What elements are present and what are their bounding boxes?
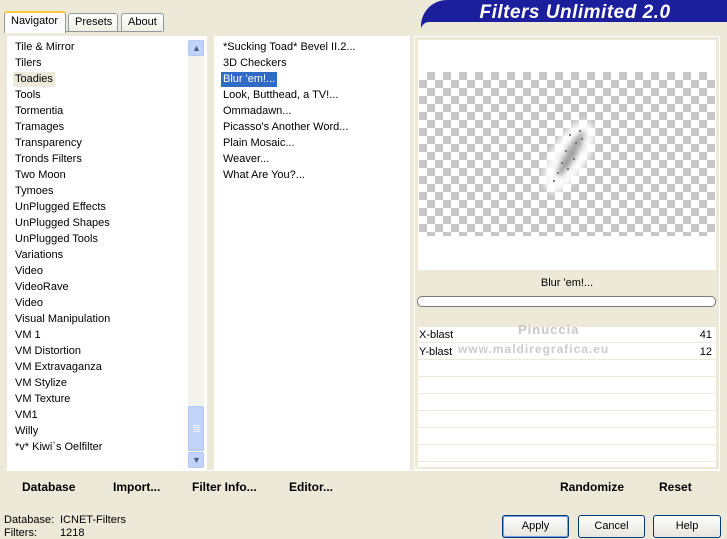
- param-row-empty: [418, 446, 716, 462]
- category-item[interactable]: VM Distortion: [13, 344, 83, 359]
- watermark-name: Pinuccia: [518, 322, 580, 337]
- preview-image: [419, 72, 715, 236]
- status-label: Database:: [4, 514, 55, 526]
- category-item[interactable]: VideoRave: [13, 280, 71, 295]
- category-item[interactable]: UnPlugged Effects: [13, 200, 108, 215]
- category-item[interactable]: UnPlugged Shapes: [13, 216, 112, 231]
- param-value: 12: [699, 346, 712, 358]
- scroll-thumb[interactable]: [188, 406, 204, 451]
- chevron-up-icon: ▲: [192, 43, 201, 53]
- category-item[interactable]: Transparency: [13, 136, 84, 151]
- chevron-down-icon: ▼: [192, 455, 201, 465]
- category-item[interactable]: Tramages: [13, 120, 66, 135]
- category-list[interactable]: Tile & Mirror Tilers Toadies Tools Tormentia…: [7, 36, 207, 470]
- filter-item[interactable]: 3D Checkers: [221, 56, 289, 71]
- filter-item[interactable]: Plain Mosaic...: [221, 136, 297, 151]
- category-item[interactable]: VM Stylize: [13, 376, 69, 391]
- filter-item[interactable]: Look, Butthead, a TV!...: [221, 88, 340, 103]
- help-button[interactable]: Help: [653, 515, 721, 538]
- category-item[interactable]: Video: [13, 264, 45, 279]
- watermark-url: www.maldiregrafica.eu: [458, 342, 610, 356]
- filter-item[interactable]: Picasso's Another Word...: [221, 120, 350, 135]
- category-item[interactable]: VM Texture: [13, 392, 72, 407]
- status-value: 1218: [60, 527, 85, 539]
- filter-list[interactable]: *Sucking Toad* Bevel II.2... 3D Checkers B…: [214, 36, 410, 470]
- category-item[interactable]: Willy: [13, 424, 40, 439]
- filter-item[interactable]: Weaver...: [221, 152, 271, 167]
- category-item[interactable]: UnPlugged Tools: [13, 232, 100, 247]
- category-item[interactable]: VM 1: [13, 328, 43, 343]
- category-item[interactable]: *v* Kiwi`s Oelfilter: [13, 440, 104, 455]
- category-item[interactable]: Tools: [13, 88, 43, 103]
- param-row-empty: [418, 361, 716, 377]
- category-item[interactable]: Visual Manipulation: [13, 312, 112, 327]
- category-item[interactable]: Toadies: [13, 72, 55, 87]
- status-label: Filters:: [4, 527, 37, 539]
- category-item[interactable]: Tymoes: [13, 184, 56, 199]
- category-item[interactable]: Tormentia: [13, 104, 65, 119]
- apply-button[interactable]: Apply: [502, 515, 569, 538]
- status-database: Database: ICNET-Filters: [4, 514, 126, 526]
- param-row-empty: [418, 378, 716, 394]
- randomize-button[interactable]: Randomize: [560, 480, 624, 494]
- param-row-empty: [418, 412, 716, 428]
- category-item[interactable]: VM Extravaganza: [13, 360, 104, 375]
- filter-item[interactable]: Blur 'em!...: [221, 72, 278, 87]
- param-row-empty: [418, 395, 716, 411]
- filter-item[interactable]: What Are You?...: [221, 168, 307, 183]
- category-item[interactable]: Video: [13, 296, 45, 311]
- category-item[interactable]: Variations: [13, 248, 65, 263]
- filter-item[interactable]: Ommadawn...: [221, 104, 293, 119]
- category-item[interactable]: Tile & Mirror: [13, 40, 76, 55]
- progress-bar: [417, 296, 716, 307]
- import-button[interactable]: Import...: [113, 480, 160, 494]
- cancel-button[interactable]: Cancel: [578, 515, 645, 538]
- tab-navigator[interactable]: Navigator: [4, 11, 66, 33]
- param-value: 41: [699, 329, 712, 341]
- category-item[interactable]: VM1: [13, 408, 40, 423]
- status-filters: Filters: 1218: [4, 527, 84, 539]
- editor-button[interactable]: Editor...: [289, 480, 333, 494]
- filter-item[interactable]: *Sucking Toad* Bevel II.2...: [221, 40, 358, 55]
- reset-button[interactable]: Reset: [659, 480, 692, 494]
- category-item[interactable]: Two Moon: [13, 168, 68, 183]
- param-label: Y-blast: [419, 346, 453, 358]
- banner-title: Filters Unlimited 2.0: [479, 2, 671, 23]
- category-item[interactable]: Tilers: [13, 56, 43, 71]
- scroll-down-button[interactable]: ▼: [188, 452, 204, 468]
- filter-info-button[interactable]: Filter Info...: [192, 480, 257, 494]
- tab-about[interactable]: About: [121, 13, 164, 32]
- preview-caption: Blur 'em!...: [540, 277, 594, 289]
- tab-presets[interactable]: Presets: [68, 13, 118, 32]
- param-row-empty: [418, 429, 716, 445]
- database-button[interactable]: Database: [22, 480, 75, 494]
- param-label: X-blast: [419, 329, 454, 341]
- status-value: ICNET-Filters: [60, 514, 126, 526]
- category-scrollbar[interactable]: ▲ ▼: [188, 40, 204, 468]
- blur-effect-graphic: [543, 121, 595, 193]
- category-item[interactable]: Tronds Filters: [13, 152, 84, 167]
- scroll-up-button[interactable]: ▲: [188, 40, 204, 56]
